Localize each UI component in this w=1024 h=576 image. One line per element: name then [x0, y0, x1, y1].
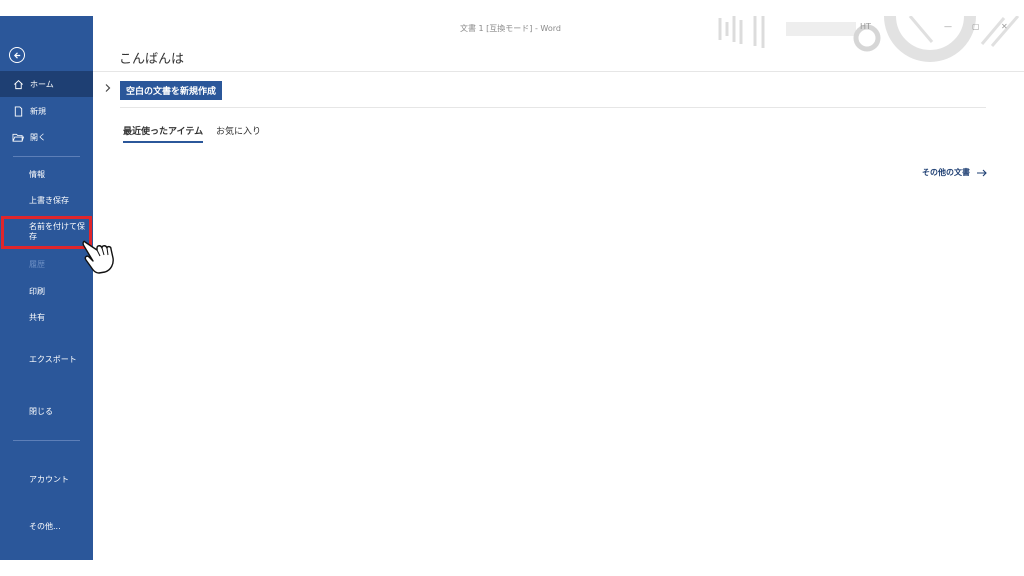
tab-favorites[interactable]: お気に入り — [216, 124, 261, 137]
new-document-icon — [12, 105, 24, 117]
open-folder-icon — [12, 131, 24, 143]
tab-recent[interactable]: 最近使ったアイテム — [123, 124, 204, 143]
sidebar-item-label: 開く — [30, 132, 46, 142]
sidebar-item-print[interactable]: 印刷 — [29, 287, 45, 297]
sidebar-item-export[interactable]: エクスポート — [29, 355, 77, 365]
pointing-hand-cursor-icon — [82, 240, 114, 274]
section-divider — [120, 107, 986, 108]
sidebar-item-open[interactable]: 開く — [0, 124, 93, 150]
restore-button[interactable]: ▢ — [972, 22, 980, 31]
back-arrow-icon — [13, 51, 20, 59]
chevron-right-icon[interactable] — [104, 83, 112, 93]
sidebar-item-history: 履歴 — [29, 260, 45, 269]
more-documents-label: その他の文書 — [922, 168, 970, 177]
greeting-heading: こんばんは — [119, 52, 185, 67]
arrow-right-icon — [976, 169, 988, 177]
sidebar-item-label: 新規 — [30, 106, 46, 116]
window-title: 文書 1 [互換モード] - Word — [460, 24, 561, 33]
sidebar-item-home[interactable]: ホーム — [0, 71, 93, 97]
backstage-sidebar: ホーム 新規 開く 情報 上書き保存 名前を付けて保存 履歴 印刷 共有 エクス… — [0, 16, 93, 560]
sidebar-item-info[interactable]: 情報 — [29, 170, 45, 180]
sidebar-item-account[interactable]: アカウント — [29, 475, 69, 485]
save-as-highlight — [1, 216, 92, 249]
sidebar-item-save[interactable]: 上書き保存 — [29, 196, 69, 206]
more-documents-link[interactable]: その他の文書 — [922, 167, 988, 178]
close-button[interactable]: ✕ — [1001, 22, 1008, 31]
user-initials[interactable]: HT — [860, 22, 871, 31]
sidebar-item-more[interactable]: その他... — [29, 522, 61, 532]
minimize-button[interactable]: — — [944, 22, 952, 31]
back-button[interactable] — [9, 47, 25, 63]
home-icon — [12, 78, 24, 90]
sidebar-item-label: ホーム — [30, 79, 54, 89]
sidebar-item-new[interactable]: 新規 — [0, 98, 93, 124]
sidebar-divider — [13, 440, 80, 441]
sidebar-divider — [13, 156, 80, 157]
sidebar-item-close[interactable]: 閉じる — [29, 407, 53, 417]
new-blank-document-button[interactable]: 空白の文書を新規作成 — [120, 81, 223, 100]
sidebar-item-share[interactable]: 共有 — [29, 313, 45, 323]
header-divider — [93, 71, 1024, 72]
word-backstage-window: ホーム 新規 開く 情報 上書き保存 名前を付けて保存 履歴 印刷 共有 エクス… — [0, 16, 1024, 560]
